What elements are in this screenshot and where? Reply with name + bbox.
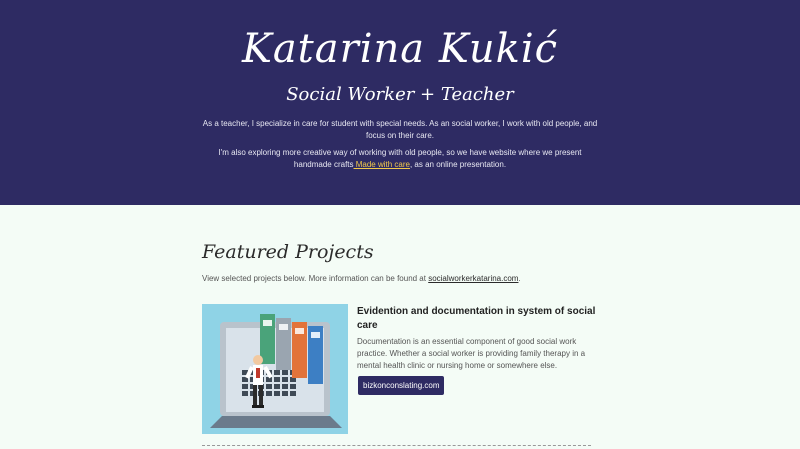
project-link-button[interactable]: bizkonconslating.com xyxy=(358,376,445,395)
main-content: Featured Projects View selected projects… xyxy=(0,205,800,449)
website-link[interactable]: socialworkerkatarina.com xyxy=(428,274,518,283)
intro-text-end: , as an online presentation. xyxy=(409,160,507,169)
project-description: Documentation is an essential component … xyxy=(357,337,586,370)
site-subtitle: Social Worker + Teacher xyxy=(286,84,514,105)
section-divider xyxy=(202,445,591,446)
documentation-illustration xyxy=(202,304,348,434)
section-title: Featured Projects xyxy=(202,241,374,263)
section-description: View selected projects below. More infor… xyxy=(202,274,521,283)
intro-paragraph-2: I'm also exploring more creative way of … xyxy=(200,147,600,171)
hero-header: Katarina Kukić Social Worker + Teacher A… xyxy=(0,0,800,205)
section-description-end: . xyxy=(518,274,521,283)
section-description-text: View selected projects below. More infor… xyxy=(202,274,429,283)
project-title: Evidention and documentation in system o… xyxy=(357,306,596,331)
made-with-care-link[interactable]: Made with care xyxy=(354,160,410,169)
site-title: Katarina Kukić xyxy=(241,26,559,72)
intro-paragraph-1: As a teacher, I specialize in care for s… xyxy=(202,119,598,140)
project-image xyxy=(202,304,348,434)
